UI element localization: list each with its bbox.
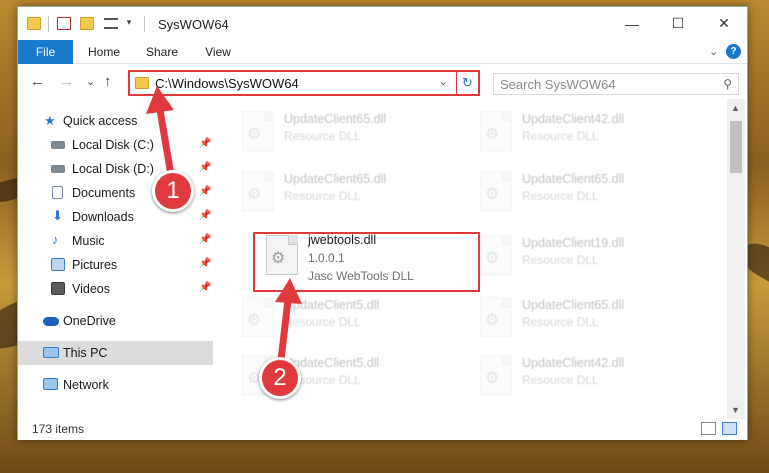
annotation-arrow-1 [156,106,175,179]
annotation-overlay [146,86,302,364]
annotation-arrow-2 [277,296,292,364]
annotation-arrowhead-1 [146,86,174,114]
annotation-arrowhead-2 [275,278,302,304]
step-badge-2: 2 [259,357,301,399]
step-badge-1: 1 [152,170,194,212]
